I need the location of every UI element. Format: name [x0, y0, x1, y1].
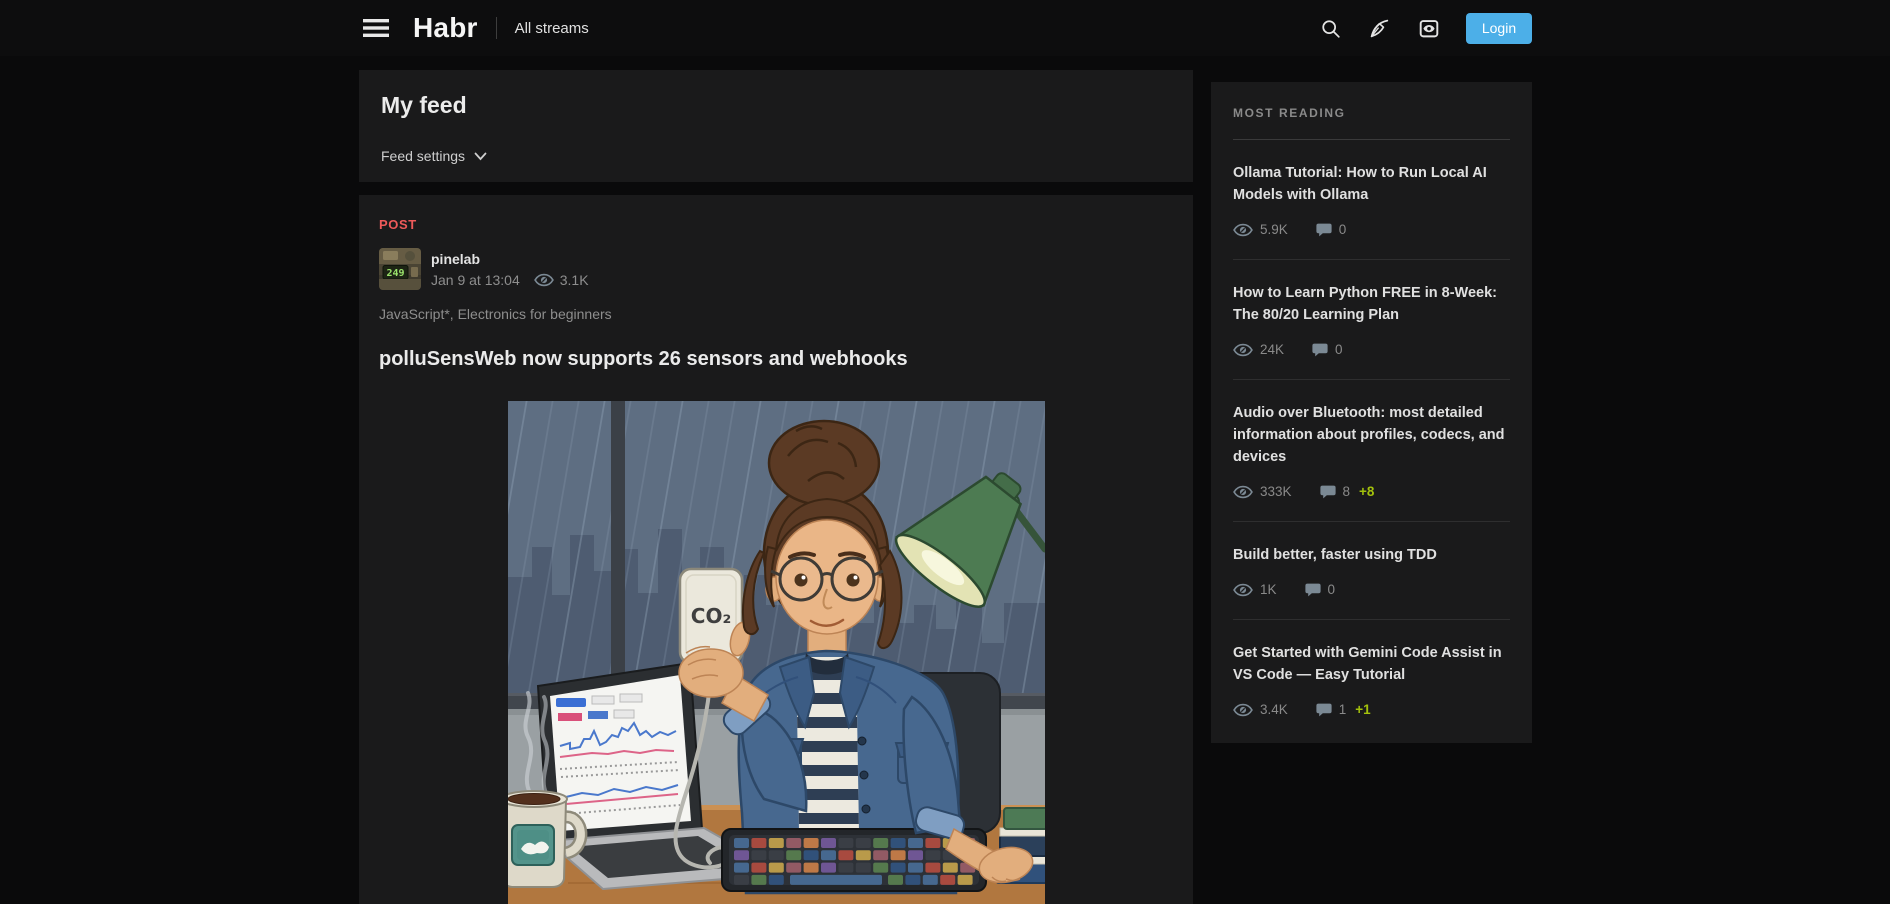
chevron-down-icon	[474, 152, 487, 161]
eye-box-icon	[1418, 18, 1440, 39]
new-comments-count: +8	[1359, 484, 1374, 499]
article-link[interactable]: Build better, faster using TDD	[1233, 544, 1510, 566]
post-cover-illustration: CO₂	[508, 401, 1045, 904]
divider	[1233, 139, 1510, 140]
views-stat: 24K	[1233, 342, 1284, 357]
article-link[interactable]: Audio over Bluetooth: most detailed info…	[1233, 402, 1510, 468]
comments-count: 0	[1328, 582, 1336, 597]
post-date: Jan 9 at 13:04	[431, 272, 520, 288]
comments-count: 1	[1339, 702, 1347, 717]
comment-icon	[1320, 484, 1336, 500]
comments-count: 0	[1335, 342, 1343, 357]
write-button[interactable]	[1367, 16, 1392, 41]
divider	[1233, 521, 1510, 522]
comments-stat[interactable]: 1 +1	[1316, 702, 1371, 718]
menu-button[interactable]	[359, 14, 393, 42]
eye-icon	[1233, 583, 1253, 597]
divider	[1233, 619, 1510, 620]
views-count: 333K	[1260, 484, 1292, 499]
write-icon	[1369, 18, 1390, 39]
login-button[interactable]: Login	[1466, 13, 1532, 44]
page-title: My feed	[381, 92, 1171, 119]
views-stat: 3.4K	[1233, 702, 1288, 717]
feed-view-button[interactable]	[1416, 16, 1442, 41]
eye-icon	[1233, 343, 1253, 357]
eye-icon	[1233, 485, 1253, 499]
eye-icon	[1233, 223, 1253, 237]
post-hubs[interactable]: JavaScript*, Electronics for beginners	[379, 306, 1173, 322]
author-name[interactable]: pinelab	[431, 251, 589, 267]
comment-icon	[1316, 222, 1332, 238]
comment-icon	[1312, 342, 1328, 358]
hamburger-icon	[363, 18, 389, 38]
divider	[1233, 259, 1510, 260]
most-reading-item: How to Learn Python FREE in 8-Week: The …	[1233, 282, 1510, 359]
search-icon	[1320, 18, 1341, 39]
widget-heading: MOST READING	[1233, 106, 1510, 121]
comments-stat[interactable]: 0	[1305, 582, 1345, 598]
feed-header-card: My feed Feed settings	[359, 70, 1193, 182]
comments-stat[interactable]: 8 +8	[1320, 484, 1375, 500]
avatar-digits: 249	[386, 268, 404, 279]
post-views-stat: 3.1K	[534, 272, 589, 288]
most-reading-widget: MOST READING Ollama Tutorial: How to Run…	[1211, 82, 1532, 743]
co2-device-label: CO₂	[690, 604, 730, 628]
feed-settings-label: Feed settings	[381, 148, 465, 164]
author-avatar[interactable]: 249	[379, 248, 421, 290]
views-count: 1K	[1260, 582, 1277, 597]
logo[interactable]: Habr	[413, 12, 478, 44]
post-views-count: 3.1K	[560, 272, 589, 288]
divider	[1233, 379, 1510, 380]
comments-stat[interactable]: 0	[1316, 222, 1356, 238]
views-stat: 1K	[1233, 582, 1277, 597]
views-stat: 333K	[1233, 484, 1292, 499]
most-reading-item: Build better, faster using TDD 1K 0	[1233, 544, 1510, 599]
new-comments-count: +1	[1355, 702, 1370, 717]
search-button[interactable]	[1318, 16, 1343, 41]
comments-count: 8	[1343, 484, 1351, 499]
post-type-label: POST	[379, 217, 1173, 232]
eye-icon	[1233, 703, 1253, 717]
most-reading-item: Audio over Bluetooth: most detailed info…	[1233, 402, 1510, 501]
post-title[interactable]: polluSensWeb now supports 26 sensors and…	[379, 348, 1173, 371]
article-link[interactable]: How to Learn Python FREE in 8-Week: The …	[1233, 282, 1510, 326]
article-link[interactable]: Ollama Tutorial: How to Run Local AI Mod…	[1233, 162, 1510, 206]
most-reading-item: Get Started with Gemini Code Assist in V…	[1233, 642, 1510, 719]
article-link[interactable]: Get Started with Gemini Code Assist in V…	[1233, 642, 1510, 686]
feed-settings-button[interactable]: Feed settings	[381, 148, 487, 164]
views-count: 24K	[1260, 342, 1284, 357]
comment-icon	[1305, 582, 1321, 598]
nav-divider	[496, 17, 497, 39]
top-navbar: Habr All streams	[0, 0, 1890, 56]
views-count: 3.4K	[1260, 702, 1288, 717]
most-reading-item: Ollama Tutorial: How to Run Local AI Mod…	[1233, 162, 1510, 239]
views-stat: 5.9K	[1233, 222, 1288, 237]
post-meta: 249 pinelab Jan 9 at 13:04 3.1K	[379, 248, 1173, 290]
post-card: POST 249 pinelab Jan 9 at 13:0	[359, 195, 1193, 904]
comment-icon	[1316, 702, 1332, 718]
stream-selector[interactable]: All streams	[515, 20, 589, 37]
eye-icon	[534, 273, 554, 287]
views-count: 5.9K	[1260, 222, 1288, 237]
comments-stat[interactable]: 0	[1312, 342, 1352, 358]
comments-count: 0	[1339, 222, 1347, 237]
avatar-image: 249	[379, 248, 421, 290]
post-cover-image: CO₂	[508, 401, 1045, 904]
